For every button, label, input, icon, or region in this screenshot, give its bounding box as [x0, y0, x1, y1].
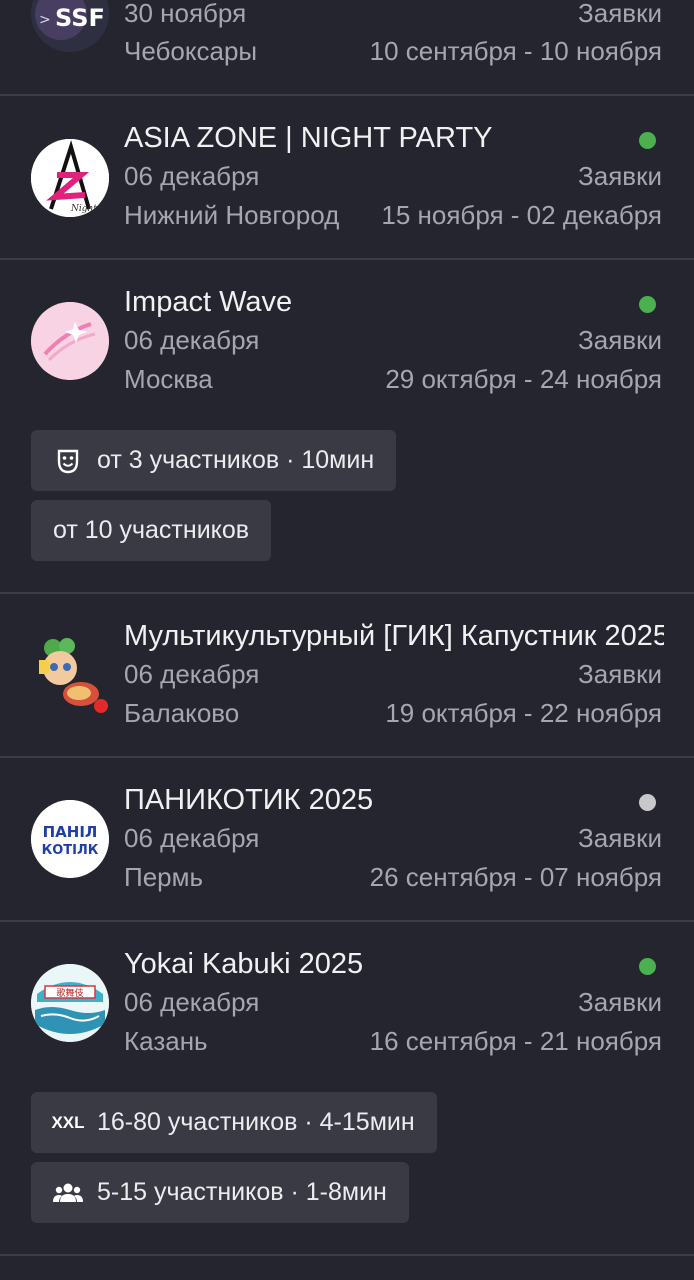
event-date-row: 06 декабря Заявки	[124, 324, 664, 356]
event-card-yokai-kabuki[interactable]: 歌舞伎 Yokai Kabuki 2025 06 декабря Заявки …	[0, 922, 694, 1254]
event-status: Заявки	[578, 823, 662, 853]
xxl-icon: XXL	[51, 1112, 85, 1132]
event-date: 30 ноября	[124, 0, 247, 28]
status-indicator	[639, 794, 656, 811]
nomination-chip[interactable]: XXL 16-80 участников · 4-15мин	[31, 1092, 437, 1153]
event-card-kapustnik[interactable]: Мультикультурный [ГИК] Капустник 2025 06…	[0, 594, 694, 756]
event-date-row: 06 декабря Заявки	[124, 986, 664, 1018]
event-title: Impact Wave	[124, 286, 293, 318]
event-date-row: 06 декабря Заявки	[124, 658, 664, 690]
event-date-row: 30 ноября Заявки	[124, 0, 664, 29]
chip-label: 16-80 участников · 4-15мин	[97, 1108, 415, 1136]
event-title: ASIA ZONE | NIGHT PARTY	[124, 122, 493, 154]
event-card-ssf[interactable]: > SSF 30 ноября Заявки Чебоксары 10 сент…	[0, 0, 694, 95]
event-period: 26 сентября - 07 ноября	[369, 862, 662, 892]
event-status: Заявки	[578, 659, 662, 689]
svg-text:歌舞伎: 歌舞伎	[56, 987, 83, 999]
event-period: 29 октября - 24 ноября	[385, 364, 662, 394]
group-icon	[53, 1178, 83, 1208]
event-period: 19 октября - 22 ноября	[385, 698, 662, 728]
events-list: > SSF 30 ноября Заявки Чебоксары 10 сент…	[0, 0, 694, 1280]
event-city-row: Пермь 26 сентября - 07 ноября	[124, 861, 664, 893]
event-status: Заявки	[578, 161, 662, 191]
svg-text:ПАНІЛ: ПАНІЛ	[43, 823, 98, 841]
event-avatar: 歌舞伎	[31, 964, 109, 1042]
event-card-asia-zone[interactable]: Night ASIA ZONE | NIGHT PARTY 06 декабря…	[0, 96, 694, 259]
status-indicator	[639, 296, 656, 313]
event-card-impact-wave[interactable]: Impact Wave 06 декабря Заявки Москва 29 …	[0, 260, 694, 592]
event-city: Казань	[124, 1026, 208, 1056]
nomination-chip[interactable]: от 10 участников	[31, 500, 272, 561]
svg-text:>: >	[39, 12, 51, 28]
event-city-row: Чебоксары 10 сентября - 10 ноября	[124, 35, 664, 67]
event-title: ПАНИКОТИК 2025	[124, 784, 374, 816]
event-period: 16 сентября - 21 ноября	[369, 1026, 662, 1056]
event-city-row: Москва 29 октября - 24 ноября	[124, 363, 664, 395]
nomination-chip[interactable]: 5-15 участников · 1-8мин	[31, 1162, 409, 1223]
event-city: Москва	[124, 364, 213, 394]
event-city-row: Нижний Новгород 15 ноября - 02 декабря	[124, 199, 664, 231]
event-period: 10 сентября - 10 ноября	[369, 36, 662, 66]
event-date: 06 декабря	[124, 659, 260, 689]
status-indicator	[639, 132, 656, 149]
event-date-row: 06 декабря Заявки	[124, 822, 664, 854]
svg-text:Night: Night	[70, 204, 97, 214]
event-date-row: 06 декабря Заявки	[124, 160, 664, 192]
event-avatar	[31, 302, 109, 380]
event-date: 06 декабря	[124, 823, 260, 853]
event-status: Заявки	[578, 987, 662, 1017]
divider	[0, 1254, 694, 1256]
event-city-row: Балаково 19 октября - 22 ноября	[124, 697, 664, 729]
event-city: Нижний Новгород	[124, 200, 340, 230]
chip-label: от 10 участников	[53, 516, 250, 544]
event-title: Мультикультурный [ГИК] Капустник 2025	[124, 620, 664, 652]
event-avatar: > SSF	[31, 0, 109, 52]
nomination-chip[interactable]: от 3 участников · 10мин	[31, 430, 397, 491]
svg-text:КОТІЛК: КОТІЛК	[42, 843, 99, 858]
event-city-row: Казань 16 сентября - 21 ноября	[124, 1025, 664, 1057]
chip-label: 5-15 участников · 1-8мин	[97, 1178, 387, 1206]
event-date: 06 декабря	[124, 161, 260, 191]
event-period: 15 ноября - 02 декабря	[381, 200, 662, 230]
event-card-panikotik[interactable]: ПАНІЛ КОТІЛК ПАНИКОТИК 2025 06 декабря З…	[0, 758, 694, 920]
event-status: Заявки	[578, 0, 662, 28]
theater-mask-icon	[53, 446, 83, 476]
chip-label: от 3 участников · 10мин	[97, 446, 375, 474]
event-city: Чебоксары	[124, 36, 258, 66]
event-status: Заявки	[578, 325, 662, 355]
event-city: Пермь	[124, 862, 204, 892]
event-title: Yokai Kabuki 2025	[124, 948, 364, 980]
event-avatar: ПАНІЛ КОТІЛК	[31, 800, 109, 878]
event-date: 06 декабря	[124, 325, 260, 355]
status-indicator	[639, 958, 656, 975]
svg-text:SSF: SSF	[55, 4, 105, 32]
event-city: Балаково	[124, 698, 240, 728]
event-avatar	[31, 636, 109, 714]
event-date: 06 декабря	[124, 987, 260, 1017]
event-avatar: Night	[31, 139, 109, 217]
